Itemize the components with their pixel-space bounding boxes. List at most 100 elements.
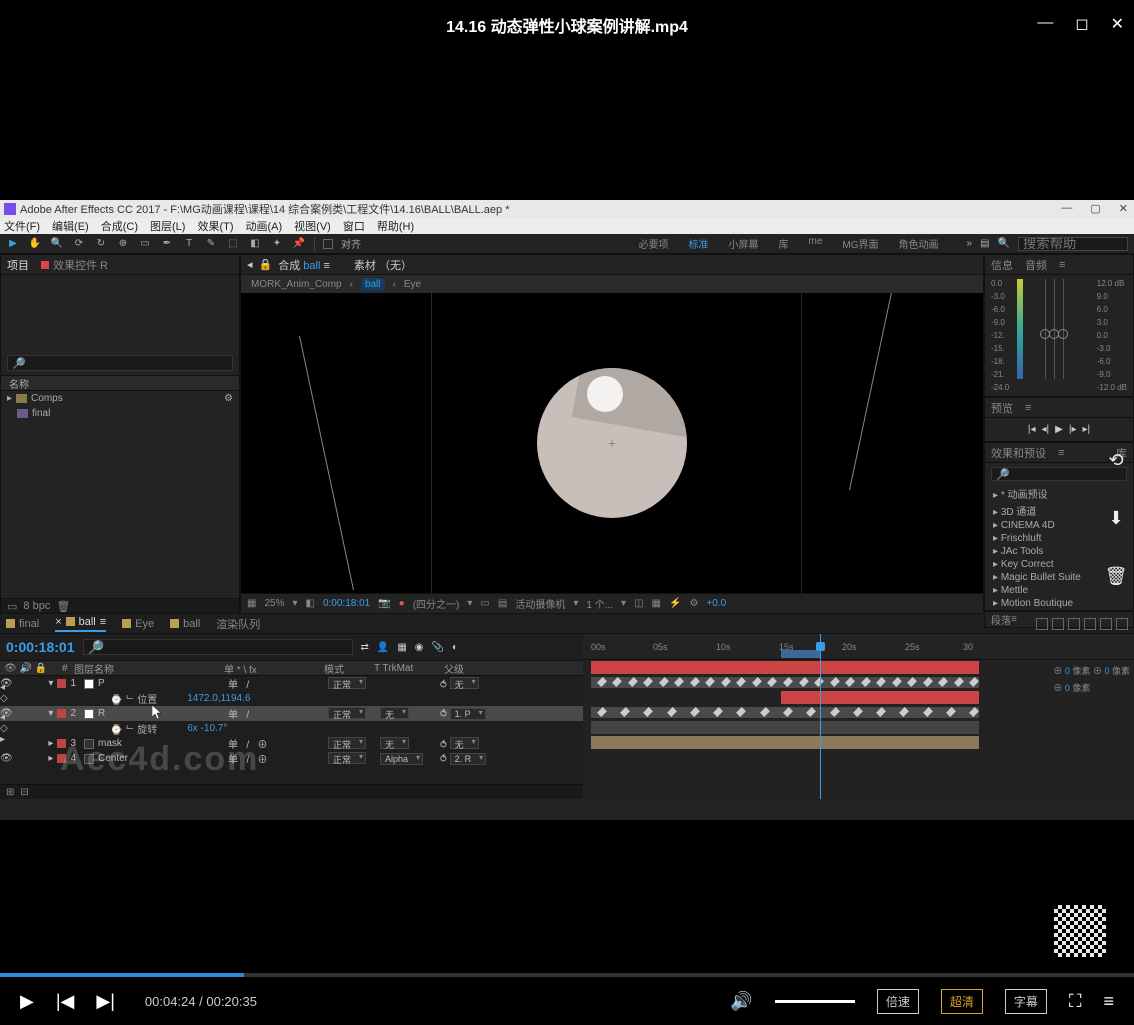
project-trash-icon[interactable]: 🗑 bbox=[56, 600, 70, 613]
rotation-value[interactable]: 6x -10.7° bbox=[157, 723, 227, 734]
viewer-exposure[interactable]: +0.0 bbox=[706, 598, 726, 609]
orbit-tool-icon[interactable]: ⟳ bbox=[72, 237, 86, 251]
timeline-search-input[interactable] bbox=[83, 639, 353, 655]
project-bpc-button[interactable]: 8 bpc bbox=[23, 600, 50, 612]
menu-file[interactable]: 文件(F) bbox=[4, 218, 40, 234]
timeline-toggle-switches-icon[interactable]: ⊞ bbox=[6, 787, 14, 798]
viewer-transparency-icon[interactable]: ▤ bbox=[498, 598, 507, 609]
menu-layer[interactable]: 图层(L) bbox=[150, 218, 185, 234]
workspace-small[interactable]: 小屏幕 bbox=[729, 236, 759, 251]
timeline-toggle-modes-icon[interactable]: ⊟ bbox=[20, 787, 28, 798]
layer-row-mask[interactable]: ▸ 3 mask 单 / ⊕ 正常 无 ⥀ 无 bbox=[0, 736, 583, 751]
breadcrumb-mork[interactable]: MORK_Anim_Comp bbox=[251, 279, 342, 290]
timeline-mb-icon[interactable]: ◉ bbox=[415, 642, 424, 653]
audio-slider-l[interactable] bbox=[1045, 279, 1046, 379]
viewer-grid-icon[interactable]: ▦ bbox=[247, 598, 256, 609]
anchor-tool-icon[interactable]: ⊕ bbox=[116, 237, 130, 251]
video-minimize-icon[interactable]: — bbox=[1037, 14, 1053, 34]
quality-button[interactable]: 超清 bbox=[941, 989, 983, 1014]
viewer-fast-icon[interactable]: ⚡ bbox=[669, 598, 681, 609]
project-folder-comps[interactable]: ▸Comps⚙ bbox=[1, 391, 239, 406]
timeline-brain-icon[interactable]: ◐ bbox=[452, 642, 458, 653]
fullscreen-icon[interactable]: ⛶ bbox=[1069, 991, 1082, 1012]
layer-bar-p[interactable] bbox=[591, 661, 979, 674]
workspace-menu-icon[interactable]: ▤ bbox=[980, 238, 989, 249]
roto-tool-icon[interactable]: ✦ bbox=[270, 237, 284, 251]
layer-row-r[interactable]: 👁▾ 2 R 单 / 正常 无 ⥀ 1. P bbox=[0, 706, 583, 721]
composition-viewport[interactable]: + bbox=[241, 293, 983, 593]
menu-window[interactable]: 窗口 bbox=[343, 218, 365, 234]
selection-tool-icon[interactable]: ▶ bbox=[6, 237, 20, 251]
help-search-input[interactable] bbox=[1018, 237, 1128, 251]
trkmat-dropdown[interactable]: 无 bbox=[380, 707, 409, 719]
timeline-tab-eye[interactable]: Eye bbox=[122, 618, 154, 630]
workspace-overflow-icon[interactable]: » bbox=[967, 238, 973, 249]
viewer-camera-dropdown[interactable]: 活动摄像机 bbox=[515, 596, 565, 611]
project-tab[interactable]: 项目 bbox=[7, 257, 29, 273]
viewer-3d-icon[interactable]: ◫ bbox=[634, 598, 643, 609]
viewer-timecode[interactable]: 0:00:18:01 bbox=[323, 598, 370, 609]
mode-dropdown[interactable]: 正常 bbox=[328, 707, 366, 719]
viewer-prev-icon[interactable]: ◂ bbox=[247, 258, 253, 271]
mode-dropdown[interactable]: 正常 bbox=[328, 677, 366, 689]
timeline-filter-icon[interactable]: ⇄ bbox=[361, 642, 369, 653]
align-right-icon[interactable] bbox=[1068, 618, 1080, 630]
menu-help[interactable]: 帮助(H) bbox=[377, 218, 414, 234]
app-minimize-icon[interactable]: — bbox=[1061, 202, 1072, 215]
timeline-tab-ball2[interactable]: ball bbox=[170, 618, 200, 630]
trkmat-dropdown[interactable]: 无 bbox=[380, 737, 409, 749]
menu-comp[interactable]: 合成(C) bbox=[101, 218, 138, 234]
puppet-tool-icon[interactable]: 📌 bbox=[292, 237, 306, 251]
timeline-frameblend-icon[interactable]: ▦ bbox=[397, 642, 406, 653]
effect-controls-tab[interactable]: 效果控件 R bbox=[41, 257, 108, 273]
viewer-views-dropdown[interactable]: 1 个... bbox=[586, 596, 613, 611]
video-maximize-icon[interactable]: ◻ bbox=[1075, 14, 1088, 34]
menu-effect[interactable]: 效果(T) bbox=[197, 218, 233, 234]
align-center-icon[interactable] bbox=[1052, 618, 1064, 630]
workspace-char[interactable]: 角色动画 bbox=[899, 236, 939, 251]
parent-dropdown[interactable]: 无 bbox=[450, 677, 479, 689]
video-close-icon[interactable]: ✕ bbox=[1111, 14, 1124, 34]
prev-track-icon[interactable]: |◀ bbox=[56, 991, 75, 1012]
speed-button[interactable]: 倍速 bbox=[877, 989, 919, 1014]
clone-tool-icon[interactable]: ⬚ bbox=[226, 237, 240, 251]
app-close-icon[interactable]: ✕ bbox=[1119, 202, 1128, 215]
layer-bar-center[interactable] bbox=[591, 736, 979, 749]
text-tool-icon[interactable]: T bbox=[182, 237, 196, 251]
viewer-zoom-dropdown[interactable]: 25% bbox=[264, 598, 284, 609]
align-left-icon[interactable] bbox=[1036, 618, 1048, 630]
viewer-res-half-icon[interactable]: ◧ bbox=[306, 598, 315, 609]
breadcrumb-ball[interactable]: ball bbox=[361, 278, 385, 291]
volume-slider[interactable] bbox=[775, 1000, 855, 1003]
effects-presets-tab[interactable]: 效果和预设 bbox=[991, 445, 1046, 461]
timeline-shy-icon[interactable]: 👤 bbox=[377, 642, 389, 653]
current-time-indicator[interactable] bbox=[820, 634, 821, 799]
preview-tab[interactable]: 预览 bbox=[991, 400, 1013, 416]
keyframe-strip-rotation[interactable] bbox=[591, 707, 979, 718]
eraser-tool-icon[interactable]: ◧ bbox=[248, 237, 262, 251]
shape-tool-icon[interactable]: ▭ bbox=[138, 237, 152, 251]
delete-icon[interactable]: 🗑 bbox=[1096, 556, 1134, 596]
snap-checkbox[interactable] bbox=[323, 239, 333, 249]
project-comp-final[interactable]: final bbox=[1, 406, 239, 421]
work-area-bar[interactable] bbox=[781, 650, 821, 658]
mode-dropdown[interactable]: 正常 bbox=[328, 752, 366, 764]
menu-anim[interactable]: 动画(A) bbox=[246, 218, 283, 234]
share-icon[interactable]: ⟲ bbox=[1096, 440, 1134, 480]
play-button-icon[interactable]: ▶ bbox=[20, 991, 34, 1012]
layer-bar-r[interactable] bbox=[781, 691, 979, 704]
subtitle-button[interactable]: 字幕 bbox=[1005, 989, 1047, 1014]
hand-tool-icon[interactable]: ✋ bbox=[28, 237, 42, 251]
pen-tool-icon[interactable]: ✒ bbox=[160, 237, 174, 251]
preview-prev-icon[interactable]: ◂| bbox=[1042, 424, 1050, 435]
viewer-lock-icon[interactable]: 🔒 bbox=[259, 258, 273, 271]
layer-prop-position[interactable]: ◂ ◇ ▸ ⌚ ᄂ 位置 1472.0,1194.6 bbox=[0, 691, 583, 706]
timeline-tab-render[interactable]: 渲染队列 bbox=[216, 616, 260, 632]
app-maximize-icon[interactable]: ▢ bbox=[1090, 202, 1100, 215]
workspace-standard[interactable]: 标准 bbox=[689, 236, 709, 251]
timeline-graph-icon[interactable]: 📎 bbox=[432, 642, 444, 653]
preview-next-icon[interactable]: |▸ bbox=[1069, 424, 1077, 435]
align-mid-icon[interactable] bbox=[1100, 618, 1112, 630]
audio-slider-c[interactable] bbox=[1054, 279, 1055, 379]
timeline-tab-ball[interactable]: × ball ≡ bbox=[55, 616, 106, 632]
